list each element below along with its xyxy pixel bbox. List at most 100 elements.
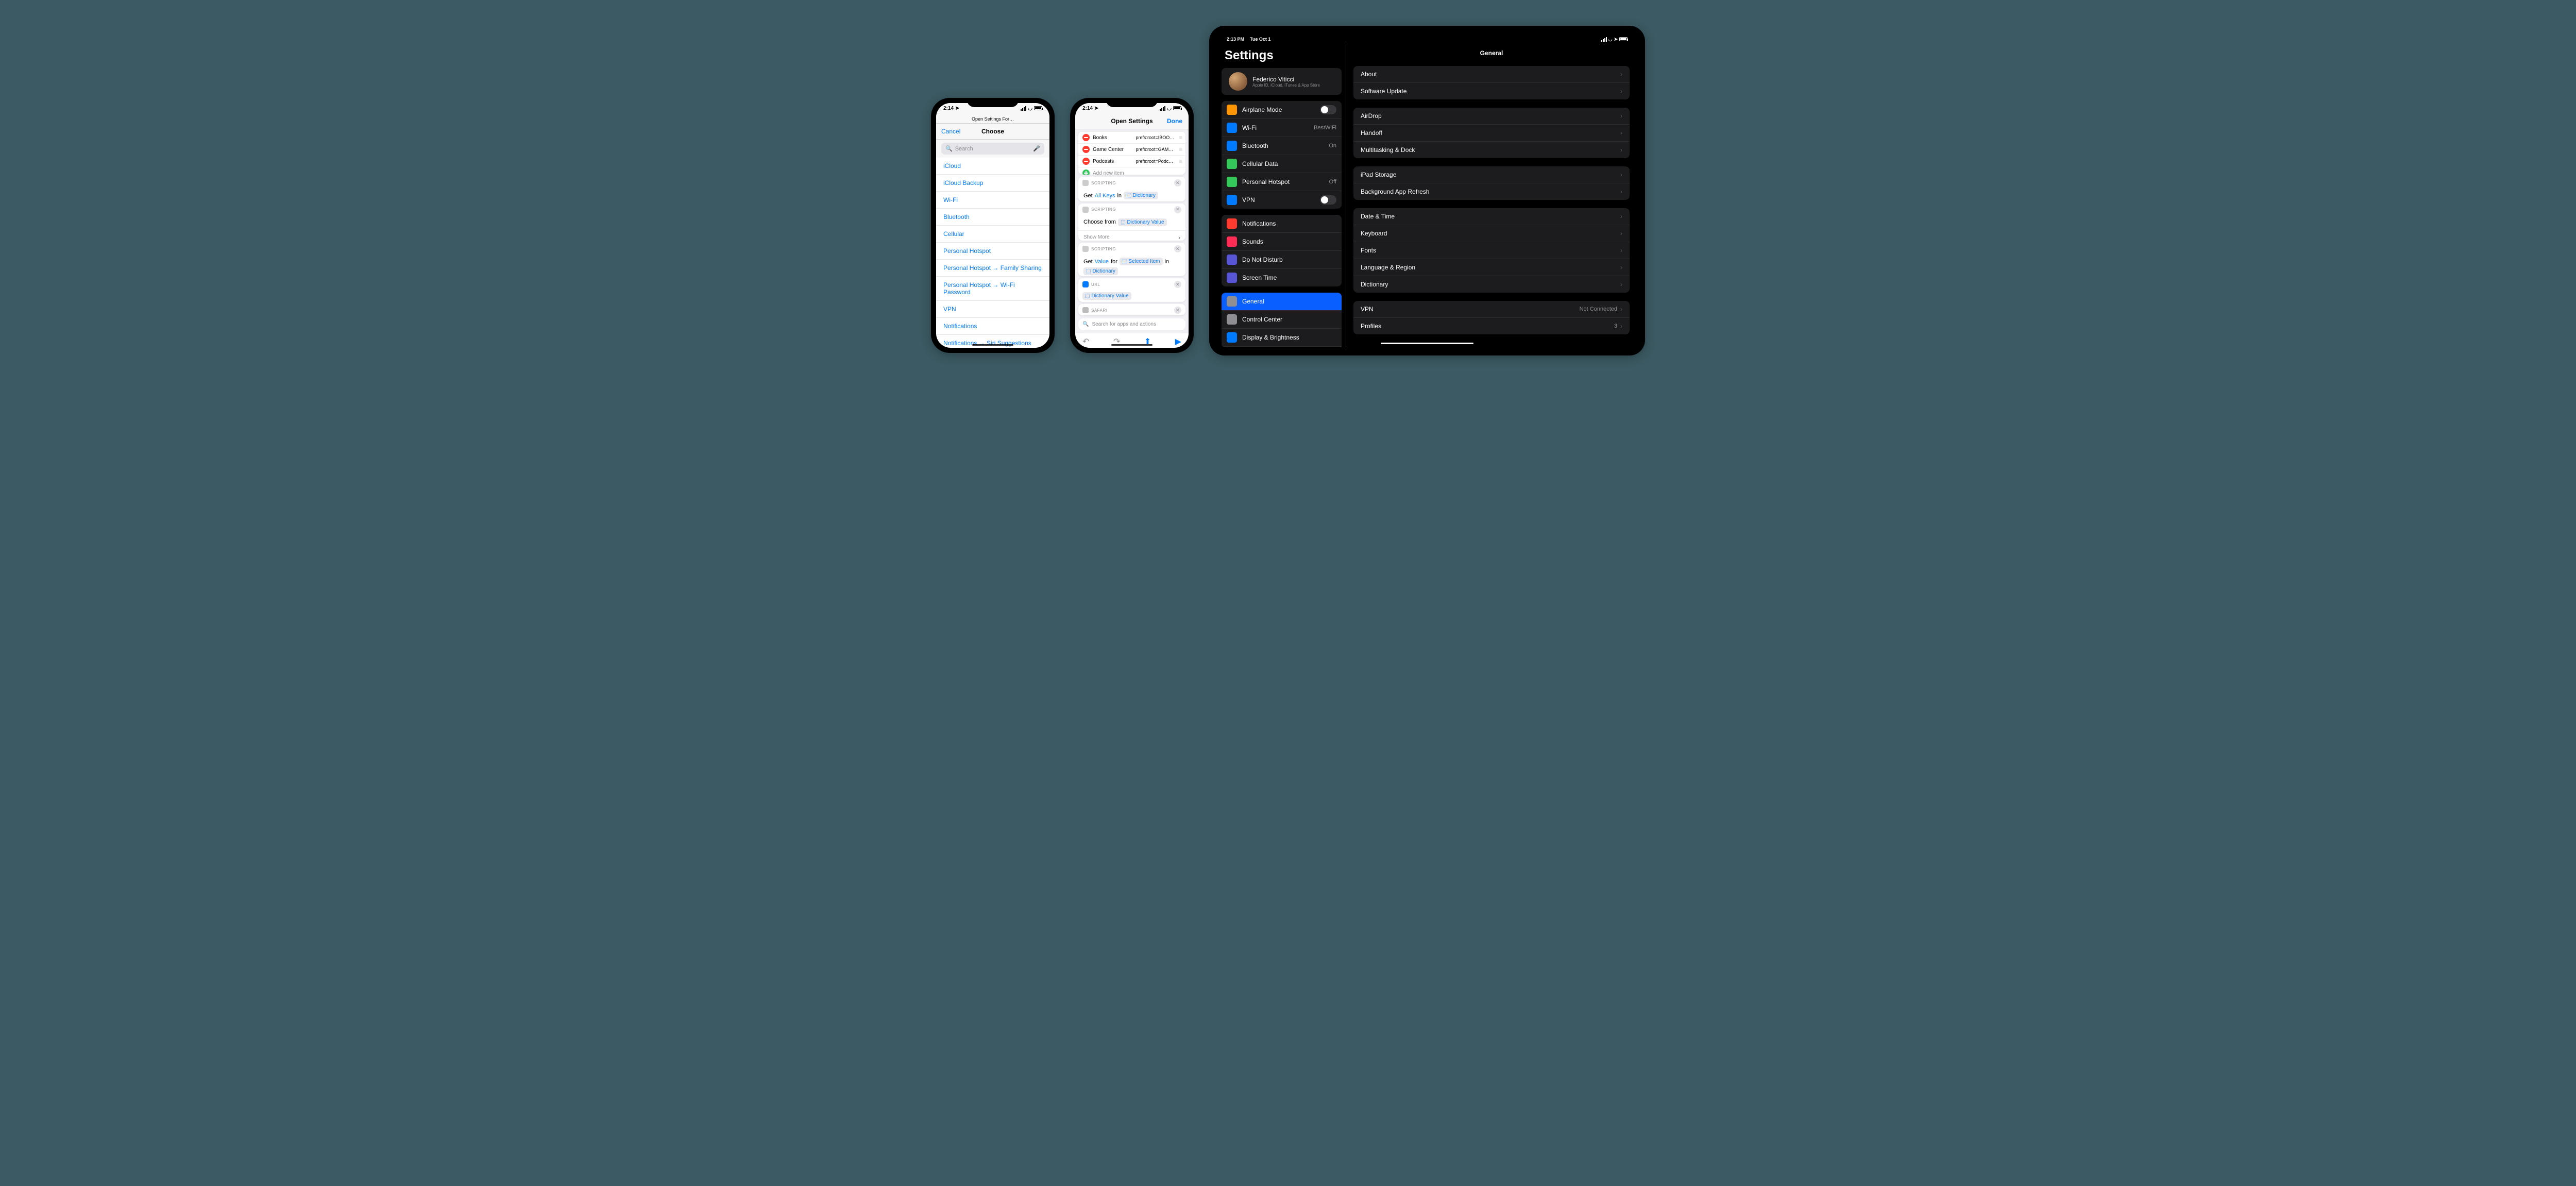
delete-action-button[interactable]: ✕	[1174, 307, 1181, 314]
cancel-button[interactable]: Cancel	[941, 128, 960, 135]
list-item[interactable]: Notifications → Siri Suggestions	[936, 335, 1049, 348]
search-wrap: 🔍 Search 🎤	[936, 140, 1049, 158]
action-body: Choose from ⬚Dictionary Value	[1078, 216, 1185, 230]
param-dictvalue[interactable]: ⬚Dictionary Value	[1118, 218, 1167, 226]
sidebar-icon	[1227, 314, 1237, 325]
drag-handle-icon[interactable]: ≡	[1179, 146, 1181, 153]
get-keys-action: SCRIPTING ✕ Get All Keys in ⬚Dictionary	[1078, 177, 1185, 201]
list-item[interactable]: iCloud	[936, 158, 1049, 175]
detail-row[interactable]: Multitasking & Dock›	[1353, 142, 1630, 158]
toggle[interactable]	[1320, 105, 1336, 114]
detail-row[interactable]: Profiles3›	[1353, 318, 1630, 334]
sidebar-item[interactable]: Wi-FiBestWiFi	[1222, 119, 1342, 137]
sidebar-item[interactable]: Sounds	[1222, 233, 1342, 251]
delete-action-button[interactable]: ✕	[1174, 206, 1181, 213]
minus-icon[interactable]	[1082, 158, 1090, 165]
dict-key: Books	[1093, 135, 1133, 141]
sidebar-item[interactable]: Cellular Data	[1222, 155, 1342, 173]
play-button[interactable]: ▶	[1175, 336, 1181, 347]
detail-row[interactable]: Background App Refresh›	[1353, 183, 1630, 200]
list-item[interactable]: VPN	[936, 301, 1049, 318]
home-indicator[interactable]	[1111, 344, 1153, 346]
action-header: SCRIPTING ✕	[1078, 204, 1185, 216]
sidebar-item[interactable]: Do Not Disturb	[1222, 251, 1342, 269]
minus-icon[interactable]	[1082, 146, 1090, 153]
detail-group: AirDrop›Handoff›Multitasking & Dock›	[1353, 108, 1630, 158]
dict-row[interactable]: Booksprefs:root=IBOOKS≡	[1078, 131, 1185, 143]
param-dictionary[interactable]: ⬚Dictionary	[1124, 192, 1158, 199]
action-search-input[interactable]: 🔍 Search for apps and actions	[1078, 318, 1185, 330]
home-indicator[interactable]	[972, 344, 1013, 346]
detail-label: Date & Time	[1361, 213, 1395, 220]
detail-row[interactable]: Fonts›	[1353, 242, 1630, 259]
param-selecteditem[interactable]: ⬚Selected Item	[1120, 258, 1163, 265]
sidebar-item[interactable]: Control Center	[1222, 311, 1342, 329]
ipad-screen: 2:13 PM Tue Oct 1 ◡➤ Settings Federico V…	[1217, 34, 1637, 347]
action-category: SCRIPTING	[1091, 181, 1116, 185]
sidebar-item[interactable]: BluetoothOn	[1222, 137, 1342, 155]
detail-row[interactable]: Language & Region›	[1353, 259, 1630, 276]
url-token[interactable]: ⬚Dictionary Value	[1082, 292, 1131, 300]
sidebar-item[interactable]: Screen Time	[1222, 269, 1342, 286]
detail-row[interactable]: Dictionary›	[1353, 276, 1630, 293]
add-label: Add new item	[1093, 171, 1181, 175]
list-item[interactable]: Wi-Fi	[936, 192, 1049, 209]
detail-row[interactable]: Date & Time›	[1353, 208, 1630, 225]
signal-icon	[1601, 37, 1607, 42]
list-item[interactable]: Personal Hotspot → Family Sharing	[936, 260, 1049, 277]
dict-row[interactable]: Podcastsprefs:root=Podcasts≡	[1078, 155, 1185, 167]
detail-row[interactable]: AirDrop›	[1353, 108, 1630, 125]
delete-action-button[interactable]: ✕	[1174, 281, 1181, 288]
param-dictionary[interactable]: ⬚Dictionary	[1083, 267, 1118, 275]
add-dict-row[interactable]: Add new item	[1078, 167, 1185, 175]
token-text: Dictionary Value	[1127, 219, 1164, 225]
sidebar-group: GeneralControl CenterDisplay & Brightnes…	[1222, 293, 1342, 347]
chevron-right-icon: ›	[1620, 247, 1622, 254]
detail-row[interactable]: Keyboard›	[1353, 225, 1630, 242]
chevron-right-icon: ›	[1620, 112, 1622, 120]
account-row[interactable]: Federico Viticci Apple ID, iCloud, iTune…	[1222, 68, 1342, 95]
sidebar-item[interactable]: Display & Brightness	[1222, 329, 1342, 347]
drag-handle-icon[interactable]: ≡	[1179, 134, 1181, 141]
show-more-button[interactable]: Show More ›	[1078, 230, 1185, 241]
sidebar-value: Off	[1329, 179, 1336, 185]
dict-row[interactable]: Game Centerprefs:root=GAMECEN…≡	[1078, 143, 1185, 155]
sidebar-item[interactable]: VPN	[1222, 191, 1342, 209]
param-allkeys[interactable]: All Keys	[1095, 193, 1115, 199]
delete-action-button[interactable]: ✕	[1174, 179, 1181, 187]
detail-row[interactable]: iPad Storage›	[1353, 166, 1630, 183]
list-item[interactable]: Bluetooth	[936, 209, 1049, 226]
sidebar-item[interactable]: General	[1222, 293, 1342, 311]
detail-row[interactable]: Handoff›	[1353, 125, 1630, 142]
signal-icon	[1160, 106, 1165, 111]
sidebar-item[interactable]: Personal HotspotOff	[1222, 173, 1342, 191]
notch	[967, 98, 1019, 107]
delete-action-button[interactable]: ✕	[1174, 245, 1181, 252]
toggle[interactable]	[1320, 195, 1336, 205]
list-item[interactable]: iCloud Backup	[936, 175, 1049, 192]
status-bar: 2:13 PM Tue Oct 1 ◡➤	[1217, 34, 1637, 44]
detail-row[interactable]: Software Update›	[1353, 83, 1630, 99]
list-item[interactable]: Personal Hotspot → Wi-Fi Password	[936, 277, 1049, 301]
list-item[interactable]: Notifications	[936, 318, 1049, 335]
token-text: Selected Item	[1128, 259, 1160, 264]
minus-icon[interactable]	[1082, 134, 1090, 141]
drag-handle-icon[interactable]: ≡	[1179, 158, 1181, 165]
home-indicator[interactable]	[1381, 343, 1473, 344]
search-input[interactable]: 🔍 Search 🎤	[941, 143, 1044, 155]
avatar	[1229, 72, 1247, 91]
variable-icon: ⬚	[1086, 268, 1091, 274]
list-item[interactable]: Personal Hotspot	[936, 243, 1049, 260]
sidebar-item[interactable]: Airplane Mode	[1222, 101, 1342, 119]
mic-icon[interactable]: 🎤	[1033, 145, 1040, 152]
detail-row[interactable]: About›	[1353, 66, 1630, 83]
variable-icon: ⬚	[1085, 293, 1090, 299]
list-item[interactable]: Cellular	[936, 226, 1049, 243]
sidebar-item[interactable]: Notifications	[1222, 215, 1342, 233]
sidebar-group: NotificationsSoundsDo Not DisturbScreen …	[1222, 215, 1342, 286]
param-value[interactable]: Value	[1095, 259, 1109, 265]
undo-button[interactable]: ↶	[1082, 336, 1089, 347]
detail-label: Multitasking & Dock	[1361, 146, 1415, 154]
done-button[interactable]: Done	[1167, 117, 1182, 125]
detail-row[interactable]: VPNNot Connected›	[1353, 301, 1630, 318]
